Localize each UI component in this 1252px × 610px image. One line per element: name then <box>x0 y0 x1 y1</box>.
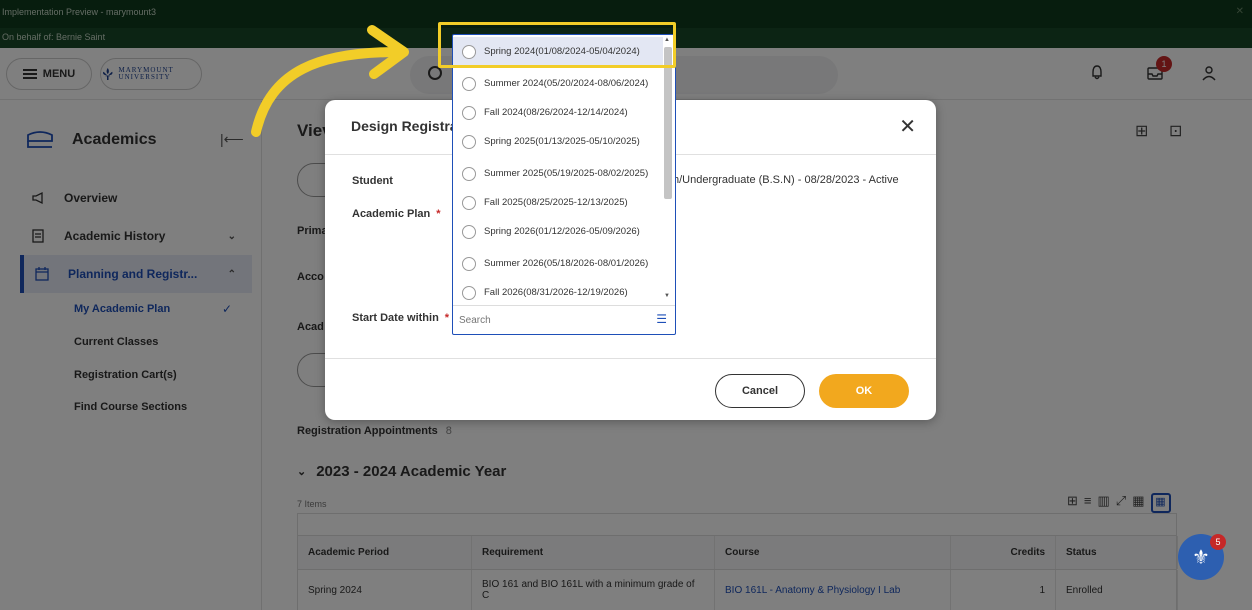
required-marker: * <box>436 208 441 220</box>
dropdown-option[interactable]: Spring 2026(01/12/2026-05/09/2026) <box>453 217 663 247</box>
scroll-down-icon[interactable]: ▼ <box>664 293 670 299</box>
dropdown-scrollbar[interactable]: ▲ ▼ <box>663 37 673 301</box>
start-date-dropdown: Spring 2024(01/08/2024-05/04/2024) Summe… <box>452 34 676 335</box>
ok-button[interactable]: OK <box>819 374 909 408</box>
start-date-label-text: Start Date within <box>352 312 439 324</box>
academic-plan-label: Academic Plan * <box>352 208 441 220</box>
option-label: Fall 2026(08/31/2026-12/19/2026) <box>484 287 628 298</box>
dropdown-option[interactable]: Summer 2024(05/20/2024-08/06/2024) <box>453 69 663 99</box>
tutorial-highlight-box <box>438 22 676 68</box>
option-label: Summer 2025(05/19/2025-08/02/2025) <box>484 168 649 179</box>
dropdown-option[interactable]: Fall 2024(08/26/2024-12/14/2024) <box>453 103 663 123</box>
dropdown-option[interactable]: Summer 2026(05/18/2026-08/01/2026) <box>453 249 663 279</box>
radio-button[interactable] <box>462 106 476 120</box>
list-view-icon[interactable]: ☰ <box>656 312 667 326</box>
option-label: Summer 2026(05/18/2026-08/01/2026) <box>484 258 649 269</box>
dropdown-search-input[interactable] <box>459 312 639 328</box>
help-badge: 5 <box>1210 534 1226 550</box>
student-label: Student <box>352 175 393 187</box>
radio-button[interactable] <box>462 225 476 239</box>
option-label: Spring 2026(01/12/2026-05/09/2026) <box>484 226 640 237</box>
option-label: Summer 2024(05/20/2024-08/06/2024) <box>484 78 649 89</box>
radio-button[interactable] <box>462 257 476 271</box>
radio-button[interactable] <box>462 77 476 91</box>
dropdown-options-list: Spring 2024(01/08/2024-05/04/2024) Summe… <box>453 35 663 303</box>
radio-button[interactable] <box>462 196 476 210</box>
close-icon[interactable]: ✕ <box>899 114 916 139</box>
radio-button[interactable] <box>462 286 476 300</box>
dropdown-search: ☰ <box>453 305 675 333</box>
fleur-de-lis-icon: ⚜ <box>1192 546 1210 569</box>
academic-plan-label-text: Academic Plan <box>352 208 431 220</box>
start-date-label: Start Date within * <box>352 312 449 324</box>
student-value: h/Undergraduate (B.S.N) - 08/28/2023 - A… <box>673 174 899 186</box>
required-marker: * <box>444 312 450 324</box>
modal-title: Design Registra <box>351 118 458 134</box>
cancel-button[interactable]: Cancel <box>715 374 805 408</box>
modal-footer-divider <box>325 358 936 359</box>
option-label: Spring 2025(01/13/2025-05/10/2025) <box>484 136 640 147</box>
radio-button[interactable] <box>462 135 476 149</box>
dropdown-option[interactable]: Spring 2025(01/13/2025-05/10/2025) <box>453 127 663 157</box>
scrollbar-thumb[interactable] <box>664 47 672 199</box>
radio-button[interactable] <box>462 167 476 181</box>
dropdown-option[interactable]: Fall 2025(08/25/2025-12/13/2025) <box>453 193 663 213</box>
option-label: Fall 2024(08/26/2024-12/14/2024) <box>484 107 628 118</box>
dropdown-option[interactable]: Summer 2025(05/19/2025-08/02/2025) <box>453 159 663 189</box>
dropdown-option[interactable]: Fall 2026(08/31/2026-12/19/2026) <box>453 283 663 303</box>
option-label: Fall 2025(08/25/2025-12/13/2025) <box>484 197 628 208</box>
